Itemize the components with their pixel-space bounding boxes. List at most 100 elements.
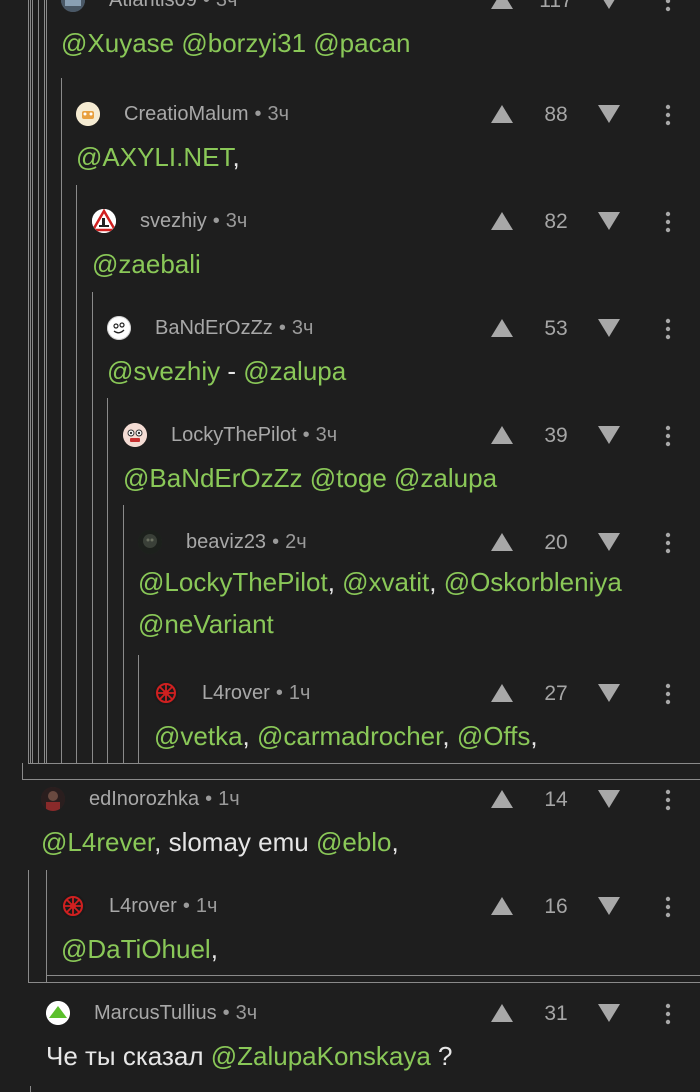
downvote-icon[interactable] [597,104,621,124]
avatar[interactable] [154,681,178,705]
more-options-icon[interactable] [665,532,671,554]
mention-link[interactable]: @ZalupaKonskaya [211,1041,431,1071]
mention-link[interactable]: @svezhiy [107,356,220,386]
upvote-icon[interactable] [490,104,514,124]
thread-line [46,0,47,763]
meta-separator: • [302,424,310,446]
downvote-icon[interactable] [597,318,621,338]
mention-link[interactable]: @eblo [316,827,392,857]
upvote-icon[interactable] [490,1003,514,1023]
mention-link[interactable]: @zaebali [92,249,201,279]
author-name[interactable]: CreatioMalum [124,103,248,125]
comment: edInorozhka • 1ч 14 @L4rever, slomay emu @… [41,782,700,872]
more-options-icon[interactable] [665,0,671,12]
mention-link[interactable]: @Offs [457,721,531,751]
upvote-icon[interactable] [490,532,514,552]
upvote-icon[interactable] [490,318,514,338]
meta-separator: • [222,1002,230,1024]
mention-link[interactable]: @DaTiOhuel [61,934,211,964]
meta-separator: • [278,317,286,339]
avatar[interactable] [46,1001,70,1025]
author-name[interactable]: L4rover [202,682,270,704]
downvote-icon[interactable] [597,896,621,916]
comment-header: BaNdErOzZz • 3ч 53 [107,311,700,345]
upvote-icon[interactable] [490,0,514,10]
downvote-icon[interactable] [597,789,621,809]
upvote-icon[interactable] [490,425,514,445]
comment-header: MarcusTullius • 3ч 31 [46,996,700,1030]
downvote-icon[interactable] [597,683,621,703]
mention-link[interactable]: @zalupa [243,356,346,386]
mention-link[interactable]: @LockyThePilot [138,567,328,597]
comment-body: @AXYLI.NET, [76,139,680,175]
author-name[interactable]: MarcusTullius [94,1002,217,1024]
mention-link[interactable]: @carmadrocher [257,721,442,751]
mention-link[interactable]: @BaNdErOzZz [123,463,303,493]
comment-time: 1ч [218,788,240,810]
comment: svezhiy • 3ч 82 @zaebali [92,204,700,294]
more-options-icon[interactable] [665,1003,671,1025]
comment-body: @svezhiy - @zalupa [107,353,680,389]
thread-line [123,505,124,763]
meta-separator: • [275,682,283,704]
author-name[interactable]: edInorozhka [89,788,199,810]
more-options-icon[interactable] [665,211,671,233]
avatar[interactable] [92,209,116,233]
upvote-icon[interactable] [490,683,514,703]
more-options-icon[interactable] [665,683,671,705]
author-name[interactable]: L4rover [109,895,177,917]
comment-text: , [232,142,240,172]
avatar[interactable] [138,530,162,554]
upvote-icon[interactable] [490,211,514,231]
avatar[interactable] [76,102,100,126]
mention-link[interactable]: @toge [310,463,387,493]
meta-separator: • [254,103,262,125]
comment-body: @BaNdErOzZz @toge @zalupa [123,460,680,496]
more-options-icon[interactable] [665,425,671,447]
comment-meta: edInorozhka • 1ч [89,788,240,811]
downvote-icon[interactable] [597,0,621,10]
mention-link[interactable]: @pacan [313,28,410,58]
comment-time: 2ч [285,531,307,553]
downvote-icon[interactable] [597,211,621,231]
upvote-icon[interactable] [490,896,514,916]
mention-link[interactable]: @xvatit [342,567,429,597]
avatar[interactable] [61,0,85,12]
comment-header: Atlantis09 • 3ч 117 [61,0,700,17]
comment-header: svezhiy • 3ч 82 [92,204,700,238]
comment-meta: LockyThePilot • 3ч [171,424,337,447]
downvote-icon[interactable] [597,425,621,445]
avatar[interactable] [61,894,85,918]
author-name[interactable]: svezhiy [140,210,207,232]
mention-link[interactable]: @Oskorbleniya [444,567,622,597]
author-name[interactable]: BaNdErOzZz [155,317,273,339]
thread-line [32,0,33,763]
comment-score: 27 [544,682,568,705]
author-name[interactable]: LockyThePilot [171,424,297,446]
more-options-icon[interactable] [665,789,671,811]
more-options-icon[interactable] [665,104,671,126]
thread-divider [22,779,700,780]
author-name[interactable]: beaviz23 [186,531,266,553]
mention-link[interactable]: @Xuyase [61,28,174,58]
author-name[interactable]: Atlantis09 [109,0,197,11]
avatar[interactable] [107,316,131,340]
more-options-icon[interactable] [665,896,671,918]
comment-score: 88 [544,103,568,126]
thread-line [44,0,45,763]
meta-separator: • [205,788,213,810]
mention-link[interactable]: @zalupa [394,463,497,493]
avatar[interactable] [41,787,65,811]
downvote-icon[interactable] [597,532,621,552]
thread-line [38,0,39,763]
mention-link[interactable]: @L4rever [41,827,154,857]
avatar[interactable] [123,423,147,447]
meta-separator: • [202,0,210,11]
more-options-icon[interactable] [665,318,671,340]
mention-link[interactable]: @AXYLI.NET [76,142,232,172]
downvote-icon[interactable] [597,1003,621,1023]
mention-link[interactable]: @vetka [154,721,243,751]
mention-link[interactable]: @neVariant [138,609,274,639]
mention-link[interactable]: @borzyi31 [181,28,306,58]
upvote-icon[interactable] [490,789,514,809]
